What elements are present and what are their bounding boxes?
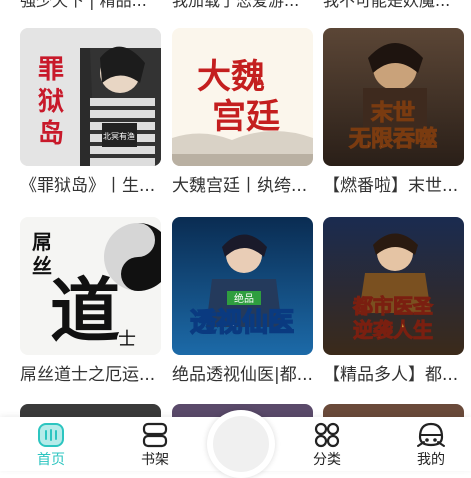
- bookshelf-icon: [142, 422, 168, 448]
- book-cover[interactable]: 大魏 宫廷: [172, 28, 313, 166]
- nav-bookshelf[interactable]: 书架: [125, 421, 185, 468]
- book-title[interactable]: 屌丝道士之厄运...: [20, 365, 161, 385]
- center-action-button[interactable]: [207, 410, 275, 478]
- book-card[interactable]: 屌 丝 道 士 屌丝道士之厄运...: [20, 217, 161, 385]
- nav-mine-label: 我的: [417, 452, 445, 468]
- svg-text:士: 士: [118, 329, 136, 350]
- book-card[interactable]: 北冥有渔 罪 狱 岛 《罪狱岛》丨生...: [20, 28, 161, 196]
- svg-text:道: 道: [50, 270, 120, 352]
- svg-text:逆袭人生: 逆袭人生: [353, 318, 433, 342]
- previous-row-titles: 強少天下 | 精品... 我加载了恋爱游... 我不可能是妖魔...: [0, 0, 471, 11]
- book-title[interactable]: 【精品多人】都...: [323, 365, 464, 385]
- nav-categories[interactable]: 分类: [297, 421, 357, 468]
- book-cover[interactable]: 末世 无限吞噬: [323, 28, 464, 166]
- svg-text:宫廷: 宫廷: [212, 97, 280, 137]
- nav-mine[interactable]: 我的: [401, 421, 461, 468]
- book-card[interactable]: 末世 无限吞噬 【燃番啦】末世...: [323, 28, 464, 196]
- svg-text:屌: 屌: [32, 230, 52, 254]
- book-cover[interactable]: 绝品 透视仙医: [172, 217, 313, 355]
- book-title[interactable]: 《罪狱岛》丨生...: [20, 176, 161, 196]
- book-title[interactable]: 【燃番啦】末世...: [323, 176, 464, 196]
- book-title[interactable]: 绝品透视仙医|都...: [172, 365, 313, 385]
- home-book-icon: [38, 423, 64, 447]
- user-avatar-icon: [417, 422, 445, 447]
- svg-text:大魏: 大魏: [197, 57, 265, 97]
- svg-text:丝: 丝: [32, 254, 52, 278]
- categories-grid-icon: [314, 422, 340, 448]
- center-button-inner: [213, 416, 269, 472]
- book-cover[interactable]: 都市医圣 逆袭人生: [323, 217, 464, 355]
- book-title[interactable]: 強少天下 | 精品...: [20, 0, 155, 11]
- book-card[interactable]: 绝品 透视仙医 绝品透视仙医|都...: [172, 217, 313, 385]
- book-cover[interactable]: 屌 丝 道 士: [20, 217, 161, 355]
- nav-home[interactable]: 首页: [21, 421, 81, 468]
- book-title[interactable]: 我加载了恋爱游...: [172, 0, 307, 11]
- svg-text:都市医圣: 都市医圣: [352, 294, 434, 318]
- svg-text:岛: 岛: [38, 118, 64, 149]
- nav-bookshelf-label: 书架: [141, 452, 169, 468]
- book-card[interactable]: 大魏 宫廷 大魏宫廷丨纨绔...: [172, 28, 313, 196]
- book-cover[interactable]: 北冥有渔 罪 狱 岛: [20, 28, 161, 166]
- svg-text:透视仙医: 透视仙医: [190, 308, 294, 338]
- book-card[interactable]: 都市医圣 逆袭人生 【精品多人】都...: [323, 217, 464, 385]
- svg-text:末世: 末世: [371, 101, 415, 126]
- nav-home-label: 首页: [37, 452, 65, 468]
- book-title[interactable]: 大魏宫廷丨纨绔...: [172, 176, 313, 196]
- svg-text:绝品: 绝品: [234, 292, 254, 305]
- svg-text:北冥有渔: 北冥有渔: [103, 131, 135, 141]
- book-title[interactable]: 我不可能是妖魔...: [323, 0, 458, 11]
- svg-text:狱: 狱: [38, 87, 64, 117]
- svg-text:无限吞噬: 无限吞噬: [349, 126, 437, 152]
- svg-text:罪: 罪: [38, 55, 64, 85]
- nav-categories-label: 分类: [313, 452, 341, 468]
